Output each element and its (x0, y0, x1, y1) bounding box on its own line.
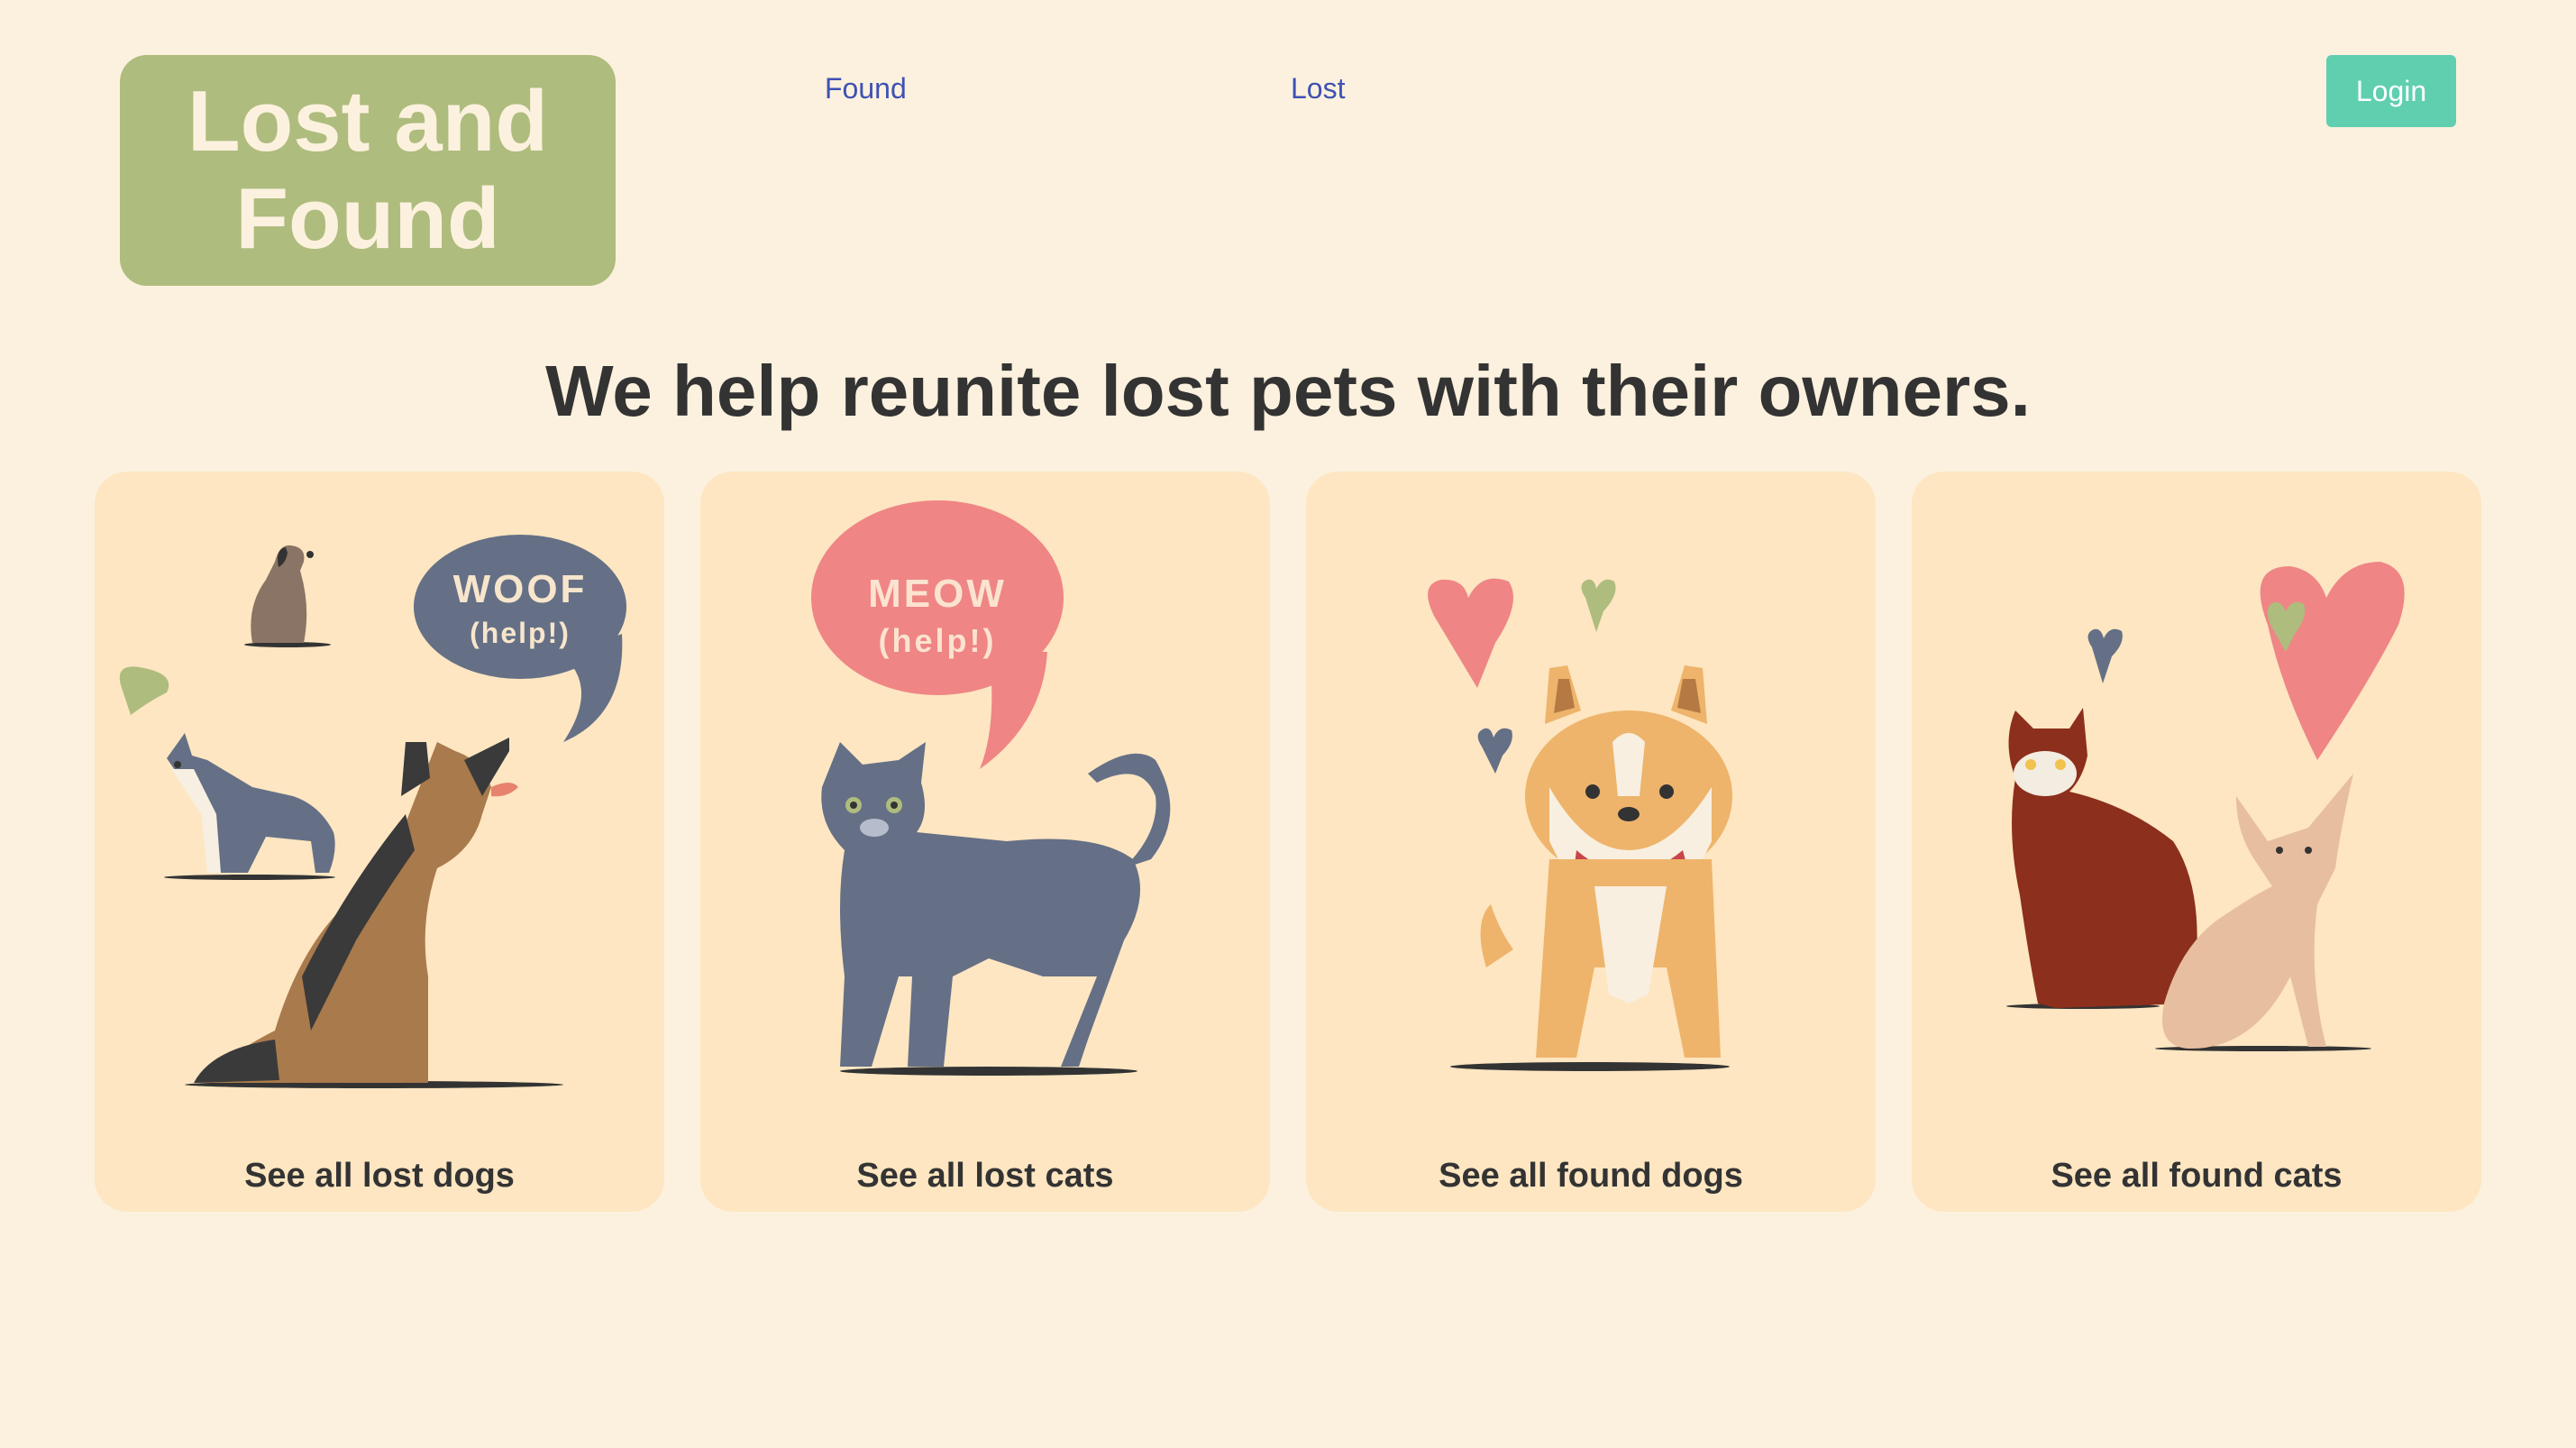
found-dogs-illustration (1428, 578, 1732, 1071)
page-headline: We help reunite lost pets with their own… (545, 351, 2031, 431)
corgi-illustration (1450, 665, 1732, 1071)
card-label-lost-cats: See all lost cats (856, 1157, 1114, 1195)
heart-blue (2087, 628, 2123, 683)
meow-help-text: (help!) (879, 622, 997, 659)
woof-speech-bubble: WOOF (help!) (414, 535, 626, 742)
site-logo[interactable]: Lost and Found (120, 55, 616, 286)
husky-illustration (164, 733, 335, 880)
meow-text: MEOW (868, 572, 1007, 616)
card-label-found-dogs: See all found dogs (1439, 1157, 1743, 1195)
meow-speech-bubble: MEOW (help!) (811, 500, 1064, 769)
brown-cat-illustration (2006, 708, 2197, 1009)
small-dog-illustration (244, 545, 331, 647)
logo-line-1: Lost and (187, 73, 548, 170)
card-found-cats[interactable]: See all found cats (1912, 472, 2481, 1212)
woof-text: WOOF (453, 567, 588, 611)
heart-pink (1428, 578, 1513, 688)
heart-pink-large (2260, 562, 2405, 760)
gray-cat-illustration (821, 742, 1171, 1076)
lost-dogs-illustration: WOOF (help!) (119, 535, 626, 1088)
woof-help-text: (help!) (470, 617, 571, 649)
card-lost-cats[interactable]: MEOW (help!) See all lost cats (700, 472, 1270, 1212)
card-found-dogs[interactable]: See all found dogs (1306, 472, 1876, 1212)
login-button[interactable]: Login (2326, 55, 2456, 127)
found-cats-illustration (2006, 562, 2405, 1051)
card-label-found-cats: See all found cats (2051, 1157, 2343, 1195)
heart-blue (1477, 728, 1512, 774)
heart-green (1581, 579, 1616, 632)
small-green-bubble (119, 666, 169, 715)
lost-cats-illustration: MEOW (help!) (811, 500, 1171, 1076)
nav-link-found[interactable]: Found (825, 72, 907, 105)
nav-link-lost[interactable]: Lost (1291, 72, 1345, 105)
card-label-lost-dogs: See all lost dogs (244, 1157, 515, 1195)
logo-line-2: Found (235, 170, 500, 267)
card-lost-dogs[interactable]: WOOF (help!) See all lost dogs (95, 472, 664, 1212)
